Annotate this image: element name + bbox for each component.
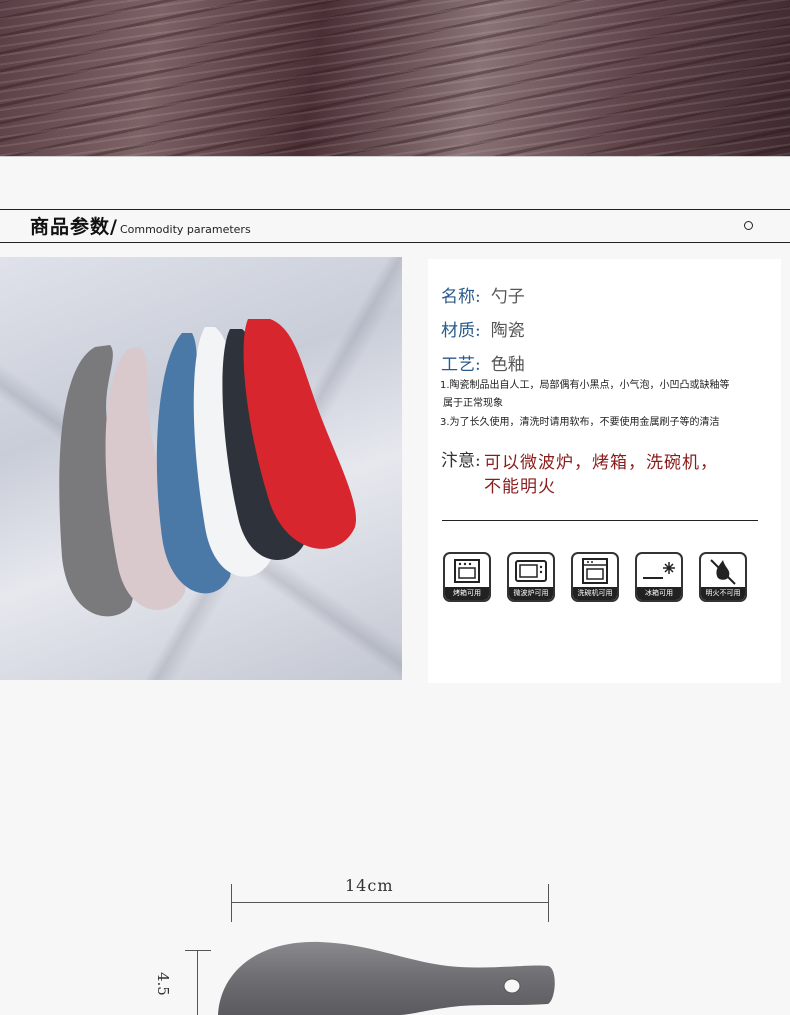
- dishwasher-label: 洗碗机可用: [573, 587, 617, 600]
- note-line-2: 属于正常现象: [443, 398, 503, 409]
- card-divider: [442, 520, 758, 521]
- section-top-rule: [0, 209, 790, 210]
- section-bottom-rule: [0, 242, 790, 243]
- microwave-label: 微波炉可用: [509, 587, 553, 600]
- length-label: 14cm: [345, 876, 394, 895]
- note-line-1: 1.陶瓷制品出自人工，局部偶有小黑点，小气泡，小凹凸或缺釉等: [440, 380, 730, 391]
- param-material: 材质: 陶瓷: [441, 321, 525, 341]
- no-fire-icon: 明火不可用: [699, 552, 747, 602]
- circle-icon: [744, 221, 753, 230]
- banner-divider: [0, 156, 790, 157]
- length-dimension-line: [231, 902, 549, 903]
- wood-banner-image: [0, 0, 790, 156]
- length-tick-left: [231, 884, 232, 922]
- warning-label: 汴意:: [441, 451, 481, 471]
- no-fire-label: 明火不可用: [701, 587, 745, 600]
- fridge-icon: 冰箱可用: [635, 552, 683, 602]
- spoons-illustration: [59, 319, 356, 617]
- spoon-side-view: [218, 941, 555, 1015]
- note-line-3: 3.为了长久使用，清洗时请用软布，不要使用金属刷子等的清洁: [440, 417, 720, 428]
- section-title: 商品参数/Commodity parameters: [30, 212, 251, 239]
- param-craft: 工艺: 色釉: [441, 355, 525, 375]
- width-tick-top: [185, 950, 211, 951]
- section-subtitle: Commodity parameters: [119, 223, 251, 236]
- length-tick-right: [548, 884, 549, 922]
- microwave-icon: 微波炉可用: [507, 552, 555, 602]
- product-photo: [0, 257, 402, 680]
- param-name: 名称: 勺子: [441, 287, 525, 307]
- oven-icon: 烤箱可用: [443, 552, 491, 602]
- warning-line-2: 不能明火: [484, 477, 556, 497]
- width-dimension-line: [197, 950, 198, 1015]
- dishwasher-icon: 洗碗机可用: [571, 552, 619, 602]
- section-title-text: 商品参数/: [30, 216, 118, 238]
- oven-label: 烤箱可用: [445, 587, 489, 600]
- warning-line-1: 可以微波炉，烤箱，洗碗机，: [484, 453, 718, 473]
- width-label: 4.5: [154, 972, 172, 996]
- fridge-label: 冰箱可用: [637, 587, 681, 600]
